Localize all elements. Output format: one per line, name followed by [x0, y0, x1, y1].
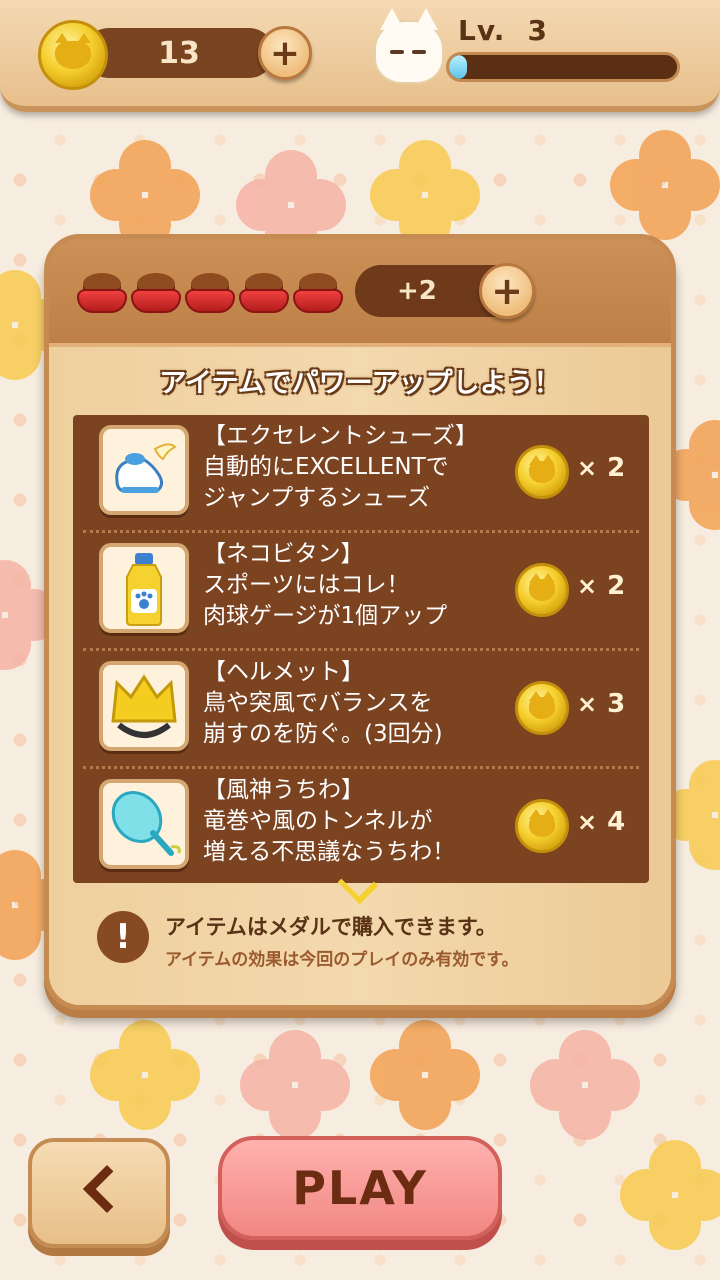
item-price: × 4: [577, 807, 626, 837]
item-shop-panel: +2 + アイテムでパワーアップしよう！ 【エクセレントシューズ】 自動的にEX…: [44, 234, 676, 1010]
cat-avatar-icon: [374, 8, 444, 84]
item-price: × 3: [577, 689, 626, 719]
food-bowl-icon: [131, 269, 181, 317]
chevron-left-icon: [82, 1164, 132, 1214]
item-list[interactable]: 【エクセレントシューズ】 自動的にEXCELLENTで ジャンプするシューズ ×…: [73, 415, 649, 883]
food-bowl-icon: [185, 269, 235, 317]
food-header: +2 +: [49, 239, 671, 347]
item-name: 【ネコビタン】: [203, 541, 364, 567]
item-name: 【風神うちわ】: [203, 777, 364, 803]
food-bowl-icon: [293, 269, 343, 317]
coin-icon: [515, 445, 569, 499]
list-item[interactable]: 【エクセレントシューズ】 自動的にEXCELLENTで ジャンプするシューズ ×…: [73, 415, 649, 533]
item-line2: 崩すのを防ぐ。(3回分): [203, 721, 443, 747]
item-line2: 肉球ゲージが1個アップ: [203, 603, 448, 629]
coin-icon: [515, 563, 569, 617]
play-button[interactable]: PLAY: [218, 1136, 502, 1240]
coin-icon: [515, 799, 569, 853]
item-description: 【風神うちわ】 竜巻や風のトンネルが 増える不思議なうちわ！: [203, 775, 503, 868]
item-description: 【ネコビタン】 スポーツにはコレ！ 肉球ゲージが1個アップ: [203, 539, 503, 632]
wind-fan-icon: [99, 779, 189, 869]
item-description: 【ヘルメット】 鳥や突風でバランスを 崩すのを防ぐ。(3回分): [203, 657, 503, 750]
list-item[interactable]: 【ネコビタン】 スポーツにはコレ！ 肉球ゲージが1個アップ × 2: [73, 533, 649, 651]
level-display: Lv. 3: [458, 14, 548, 47]
item-price: × 2: [577, 571, 626, 601]
notice-secondary: アイテムの効果は今回のプレイのみ有効です。: [165, 950, 519, 970]
panel-title: アイテムでパワーアップしよう！: [159, 368, 561, 399]
vitamin-bottle-icon: [99, 543, 189, 633]
status-bar: 13 + Lv. 3: [0, 0, 720, 112]
list-item[interactable]: 【風神うちわ】 竜巻や風のトンネルが 増える不思議なうちわ！ × 4: [73, 769, 649, 883]
item-line2: ジャンプするシューズ: [203, 485, 431, 511]
coin-count-value: 13: [158, 35, 200, 71]
cat-helmet-icon: [99, 661, 189, 751]
list-item[interactable]: 【ヘルメット】 鳥や突風でバランスを 崩すのを防ぐ。(3回分) × 3: [73, 651, 649, 769]
item-price: × 2: [577, 453, 626, 483]
xp-progress-fill: [449, 55, 468, 79]
food-bowl-icon: [77, 269, 127, 317]
winged-shoe-icon: [99, 425, 189, 515]
item-line2: 増える不思議なうちわ！: [203, 839, 456, 865]
buy-coins-button[interactable]: +: [258, 26, 312, 80]
item-line1: 自動的にEXCELLENTで: [203, 454, 449, 480]
item-line1: スポーツにはコレ！: [203, 572, 410, 598]
item-line1: 竜巻や風のトンネルが: [203, 808, 433, 834]
food-bonus-value: +2: [397, 276, 437, 306]
coin-counter: 13: [84, 28, 274, 78]
item-name: 【ヘルメット】: [203, 659, 364, 685]
coin-icon: [515, 681, 569, 735]
notice-primary: アイテムはメダルで購入できます。: [165, 915, 497, 939]
buy-food-button[interactable]: +: [479, 263, 535, 319]
level-label: Lv.: [458, 14, 506, 47]
coin-icon: [38, 20, 108, 90]
item-description: 【エクセレントシューズ】 自動的にEXCELLENTで ジャンプするシューズ: [203, 421, 503, 514]
level-value: 3: [527, 14, 548, 47]
xp-progress-bar: [446, 52, 680, 82]
item-line1: 鳥や突風でバランスを: [203, 690, 433, 716]
exclamation-icon: !: [97, 911, 149, 963]
play-button-label: PLAY: [292, 1161, 428, 1215]
back-button[interactable]: [28, 1138, 170, 1248]
item-name: 【エクセレントシューズ】: [203, 423, 478, 449]
food-bowl-icon: [239, 269, 289, 317]
